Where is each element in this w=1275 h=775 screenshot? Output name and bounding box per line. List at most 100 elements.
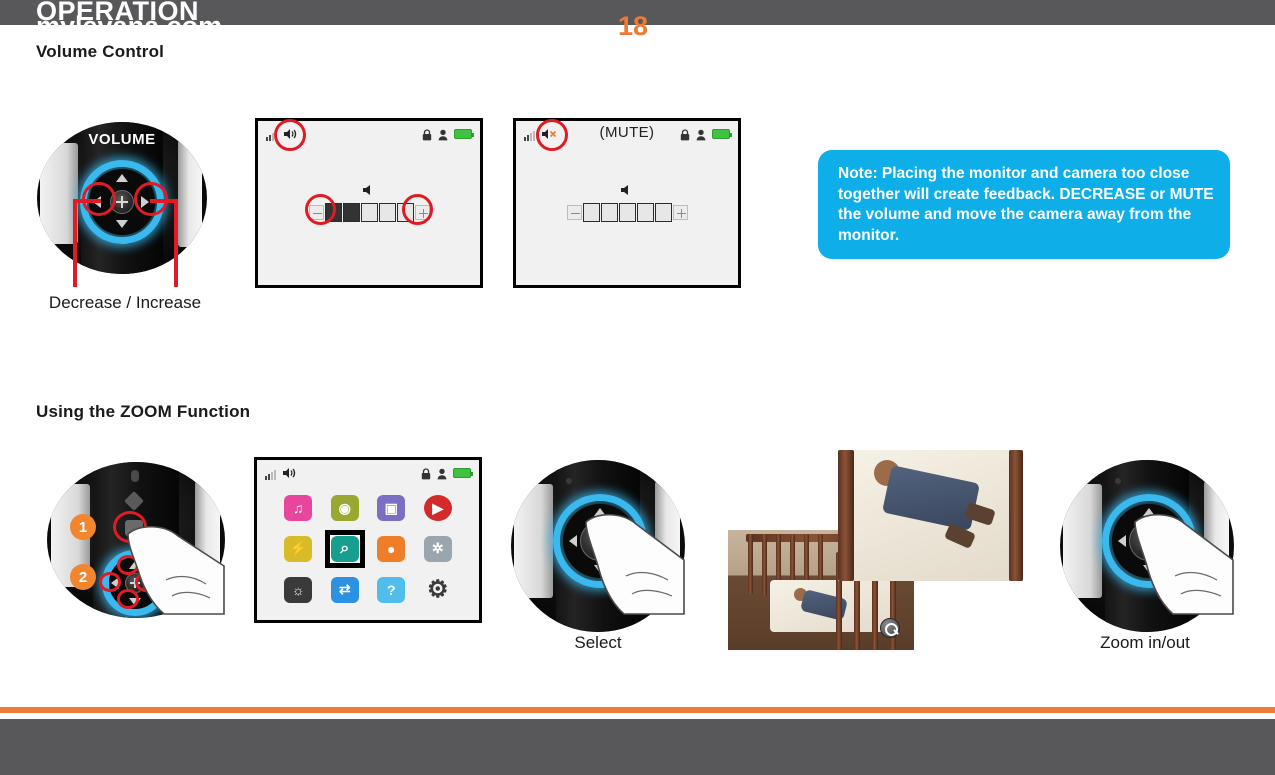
video-record-icon[interactable]: ▣ <box>377 495 406 522</box>
device-bezel-right <box>178 140 202 247</box>
volume-widget <box>258 183 480 222</box>
select-pad[interactable] <box>511 460 685 632</box>
menu-cell[interactable]: ✲ <box>415 529 462 570</box>
device-bezel-right <box>1204 480 1229 602</box>
pairing-icon[interactable]: ⇄ <box>330 576 359 603</box>
volume-segment <box>636 203 654 222</box>
zoom-indicator-icon <box>880 618 900 638</box>
flash-off-icon[interactable]: ⚡ <box>284 535 313 562</box>
annotation-line-decrease <box>73 199 101 203</box>
menu-cell[interactable]: ▶ <box>415 488 462 529</box>
night-person-icon <box>438 128 448 141</box>
annotation-circle-volume-plus <box>402 194 433 225</box>
camera-icon[interactable]: ◉ <box>330 495 359 522</box>
menu-cell[interactable]: ⚙ <box>415 569 462 610</box>
speaker-icon <box>362 183 376 201</box>
volume-widget <box>516 183 738 222</box>
annotation-circle-dpad-left <box>99 572 121 592</box>
battery-icon <box>453 468 473 478</box>
volume-segment <box>342 203 360 222</box>
lock-icon <box>422 128 432 141</box>
settings-gear-icon[interactable]: ⚙ <box>424 576 452 603</box>
annotation-circle-mute-status <box>536 119 568 151</box>
footer-bar <box>0 719 1275 775</box>
manual-page: OPERATION Volume Control Using the ZOOM … <box>0 0 1275 775</box>
microphone-icon <box>566 478 572 484</box>
battery-icon <box>454 129 474 139</box>
pad-right-arrow[interactable] <box>621 535 629 547</box>
step-badge-two: 2 <box>70 564 96 590</box>
playback-icon[interactable]: ▶ <box>423 495 452 522</box>
volume-segment <box>360 203 378 222</box>
pad-left-arrow[interactable] <box>569 535 577 547</box>
section-heading-volume-control: Volume Control <box>36 42 165 61</box>
status-bar <box>265 466 473 482</box>
menu-cell[interactable]: ⚡ <box>275 529 322 570</box>
pad-center-select-button[interactable] <box>1129 521 1169 561</box>
menu-cell[interactable]: ⇄ <box>322 569 369 610</box>
crib-rail <box>1009 450 1023 581</box>
volume-segment <box>582 203 600 222</box>
device-bezel-left <box>514 484 553 598</box>
device-bezel-right <box>655 480 680 602</box>
pad-up-arrow[interactable] <box>1143 508 1155 516</box>
pad-down-arrow[interactable] <box>1143 565 1155 573</box>
crib-rail <box>838 450 854 581</box>
night-light-icon[interactable]: ● <box>377 535 406 562</box>
pad-down-arrow[interactable] <box>116 220 128 228</box>
menu-cell[interactable]: ◉ <box>322 488 369 529</box>
annotation-circle-menu-button <box>113 511 147 543</box>
annotation-circle-dpad-right <box>135 572 157 592</box>
annotation-circle-volume-minus <box>305 194 336 225</box>
menu-icon-grid: ♫ ◉ ▣ ▶ ⚡ ⌕ ● ✲ ☼ ⇄ ? ⚙ <box>275 488 461 610</box>
menu-cell[interactable]: ? <box>368 569 415 610</box>
volume-segment <box>654 203 672 222</box>
pad-down-arrow[interactable] <box>594 565 606 573</box>
signal-icon <box>265 467 276 480</box>
section-heading-zoom-function: Using the ZOOM Function <box>36 402 251 421</box>
help-icon[interactable]: ? <box>377 576 406 603</box>
brightness-icon[interactable]: ☼ <box>284 576 313 603</box>
volume-pad-caption: Decrease / Increase <box>48 293 202 312</box>
crib-rail <box>762 534 767 596</box>
crib-zoomed-view-photo <box>838 450 1023 581</box>
zoom-magnifier-icon[interactable]: ⌕ <box>330 535 359 562</box>
lullaby-icon[interactable]: ♫ <box>284 495 313 522</box>
speaker-icon <box>620 183 634 201</box>
menu-cell[interactable]: ▣ <box>368 488 415 529</box>
menu-cell[interactable]: ● <box>368 529 415 570</box>
menu-cell[interactable]: ♫ <box>275 488 322 529</box>
volume-increase-button[interactable] <box>672 205 688 220</box>
pad-right-arrow[interactable] <box>1170 535 1178 547</box>
device-bezel-left <box>1063 484 1102 598</box>
volume-segment <box>600 203 618 222</box>
step-badge-one: 1 <box>70 514 96 540</box>
annotation-circle-speaker-status <box>274 119 306 151</box>
zoom-inout-pad[interactable] <box>1060 460 1234 632</box>
note-callout: Note: Placing the monitor and camera too… <box>818 150 1230 259</box>
select-pad-caption: Select <box>574 633 622 652</box>
pad-center-select-button[interactable] <box>580 521 620 561</box>
pad-up-arrow[interactable] <box>594 508 606 516</box>
pad-left-arrow[interactable] <box>1118 535 1126 547</box>
zoom-pad-caption: Zoom in/out <box>1100 633 1190 652</box>
menu-cell[interactable]: ☼ <box>275 569 322 610</box>
night-person-icon <box>437 467 447 480</box>
crib-rail <box>748 534 753 594</box>
menu-cell-selected[interactable]: ⌕ <box>322 529 369 570</box>
annotation-circle-dpad-up <box>117 555 139 575</box>
volume-level-bar[interactable] <box>516 203 738 222</box>
annotation-line-decrease-vertical <box>73 199 77 287</box>
volume-segment <box>378 203 396 222</box>
footer-accent-rule <box>0 707 1275 713</box>
volume-control-pad[interactable]: VOLUME <box>37 122 207 274</box>
footer-website: mylevana.com <box>36 11 223 41</box>
speaker-icon <box>282 466 296 478</box>
annotation-line-increase-vertical <box>174 199 178 287</box>
lock-icon <box>421 467 431 480</box>
fan-icon[interactable]: ✲ <box>423 535 452 562</box>
volume-decrease-button[interactable] <box>566 205 582 220</box>
pad-up-arrow[interactable] <box>116 174 128 182</box>
volume-level-bar[interactable] <box>258 203 480 222</box>
volume-pad-label: VOLUME <box>88 131 156 148</box>
